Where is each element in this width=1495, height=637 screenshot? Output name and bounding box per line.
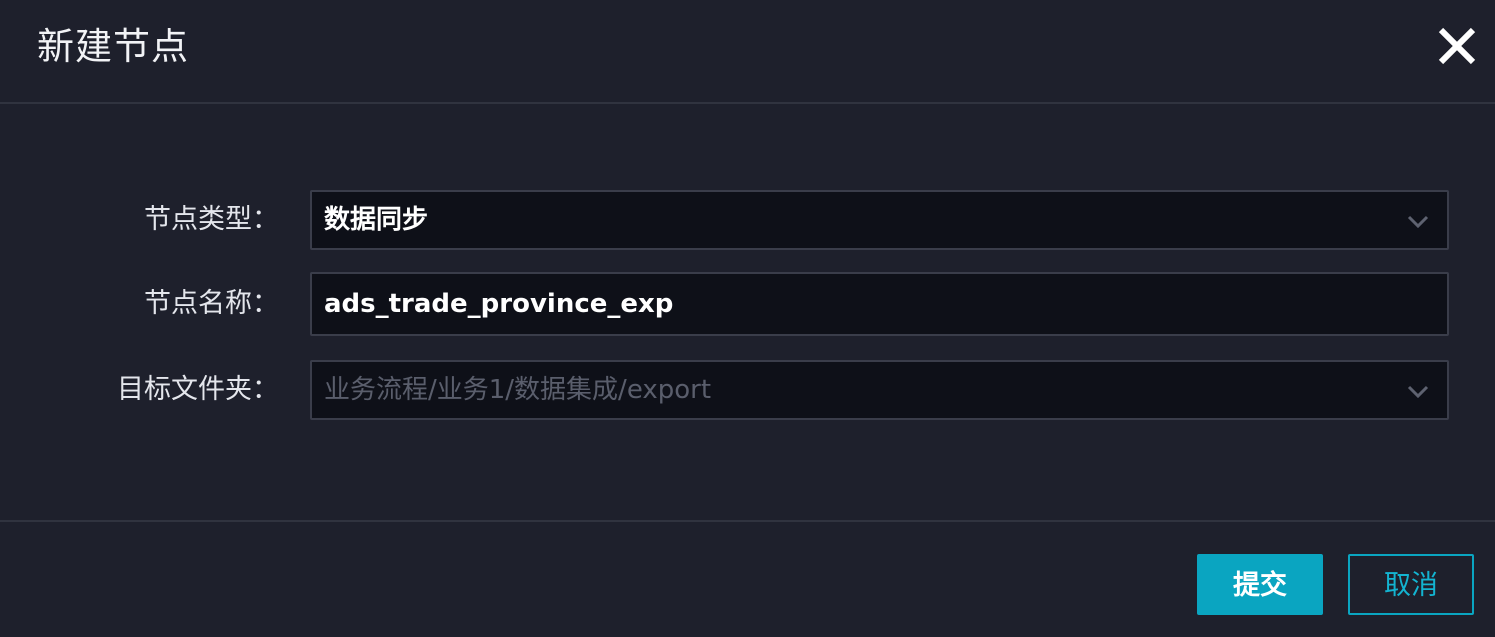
node-name-value: ads_trade_province_exp <box>324 289 674 319</box>
node-type-value: 数据同步 <box>324 205 429 235</box>
chevron-down-icon <box>1407 215 1429 229</box>
chevron-down-icon <box>1407 385 1429 399</box>
target-folder-row: 目标文件夹： 业务流程/业务1/数据集成/export <box>0 360 1495 420</box>
cancel-button[interactable]: 取消 <box>1348 554 1474 615</box>
node-type-select[interactable]: 数据同步 <box>310 190 1449 250</box>
node-name-input[interactable]: ads_trade_province_exp <box>310 272 1449 336</box>
node-type-label: 节点类型： <box>144 204 279 235</box>
dialog-footer: 提交 取消 <box>0 520 1495 637</box>
node-type-row: 节点类型： 数据同步 <box>0 190 1495 250</box>
submit-button[interactable]: 提交 <box>1197 554 1323 615</box>
target-folder-placeholder: 业务流程/业务1/数据集成/export <box>324 375 712 405</box>
dialog-title: 新建节点 <box>37 25 189 68</box>
node-name-row: 节点名称： ads_trade_province_exp <box>0 272 1495 336</box>
close-button[interactable] <box>1435 24 1479 68</box>
close-icon <box>1438 27 1476 65</box>
target-folder-select[interactable]: 业务流程/业务1/数据集成/export <box>310 360 1449 420</box>
target-folder-label: 目标文件夹： <box>117 374 279 405</box>
node-name-label: 节点名称： <box>144 288 279 319</box>
new-node-dialog: 新建节点 节点类型： 数据同步 节点名称： ads_trade_province… <box>0 0 1495 637</box>
dialog-header: 新建节点 <box>0 0 1495 104</box>
